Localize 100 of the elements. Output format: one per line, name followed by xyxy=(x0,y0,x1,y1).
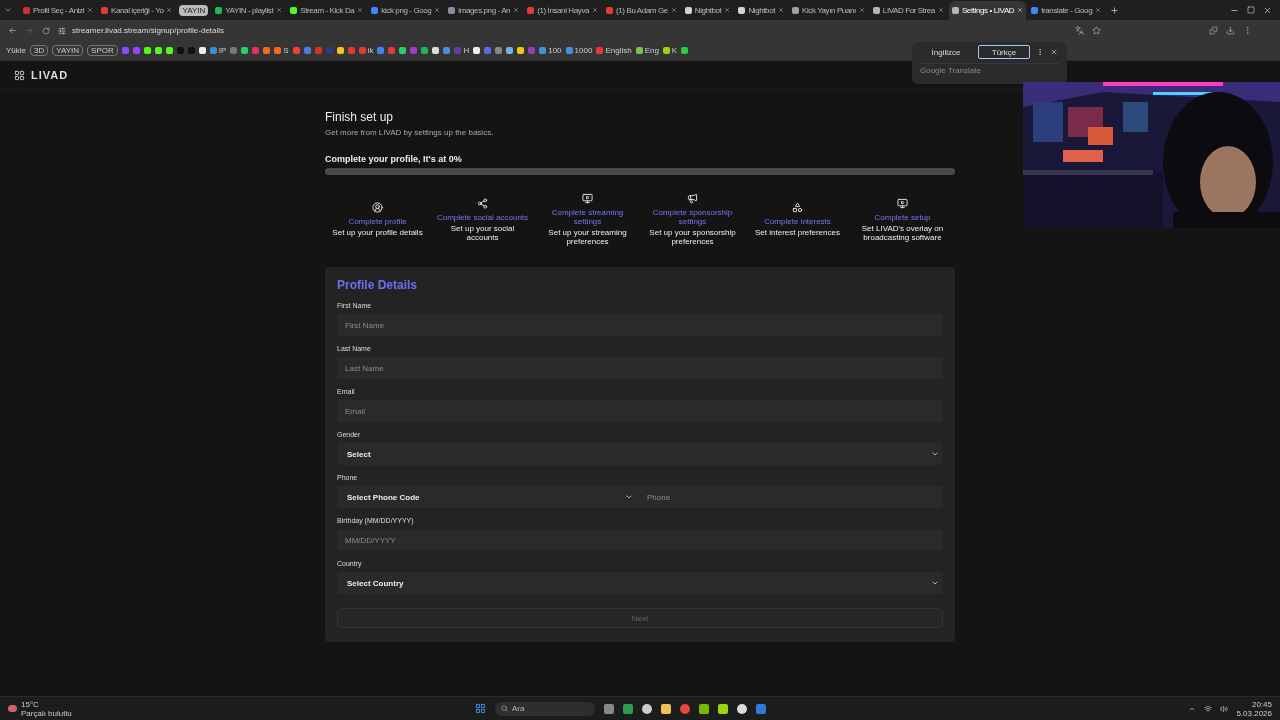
browser-tab[interactable]: (1) İnsani Hayva xyxy=(524,0,602,20)
select-field[interactable]: Select Phone Code xyxy=(337,486,637,508)
bookmark-icon[interactable] xyxy=(432,47,440,54)
close-tab-icon[interactable] xyxy=(166,7,173,13)
browser-tab[interactable]: YAYIN - playlist xyxy=(212,0,286,20)
browser-tab[interactable]: Stream - Kick Da xyxy=(287,0,367,20)
tab-list-icon[interactable] xyxy=(4,6,12,14)
language-tab[interactable]: Türkçe xyxy=(978,45,1030,59)
input-field[interactable]: Email xyxy=(337,400,943,422)
browser-tab[interactable]: Kanal içeriği - Yo xyxy=(98,0,176,20)
reload-icon[interactable] xyxy=(42,26,50,35)
step-link[interactable]: Complete sponsorship settings xyxy=(640,208,745,226)
browser-tab[interactable]: Nightbot xyxy=(735,0,788,20)
browser-icon[interactable] xyxy=(680,703,690,714)
bookmark-icon[interactable] xyxy=(517,47,525,54)
input-field[interactable]: MM/DD/YYYY xyxy=(337,529,943,551)
bookmark-icon[interactable] xyxy=(154,47,162,54)
close-tab-icon[interactable] xyxy=(1095,7,1102,13)
logo-text[interactable]: LIVAD xyxy=(31,69,69,81)
star-icon[interactable] xyxy=(1092,26,1101,35)
close-tab-icon[interactable] xyxy=(778,7,785,13)
bookmark[interactable]: 100 xyxy=(539,46,562,55)
wifi-icon[interactable] xyxy=(1204,704,1213,713)
bookmark[interactable]: ik xyxy=(358,46,374,55)
select-field[interactable]: Select xyxy=(337,443,943,465)
browser-tab[interactable]: (1) Bu Adam Ge xyxy=(603,0,680,20)
browser-tab[interactable]: Kick Yayın Puanı xyxy=(789,0,868,20)
weather-icon[interactable] xyxy=(8,705,17,712)
menu-icon[interactable] xyxy=(1243,26,1252,35)
input-field[interactable]: Phone xyxy=(637,486,943,508)
start-icon[interactable] xyxy=(475,703,486,714)
browser-tab[interactable]: kick png - Goog xyxy=(368,0,444,20)
clock-time[interactable]: 20:45 xyxy=(1251,699,1272,709)
maximize-icon[interactable] xyxy=(1247,5,1255,14)
step-link[interactable]: Complete streaming settings xyxy=(535,208,640,226)
step-link[interactable]: Complete profile xyxy=(342,217,413,226)
app-icon[interactable] xyxy=(699,703,709,714)
more-icon[interactable] xyxy=(1036,48,1044,56)
step-link[interactable]: Complete setup xyxy=(868,212,937,222)
bookmark-icon[interactable] xyxy=(241,47,249,54)
bookmark[interactable]: Eng xyxy=(635,46,659,55)
bookmark[interactable]: H xyxy=(454,46,470,55)
step-link[interactable]: Complete social accounts xyxy=(430,212,535,222)
bookmark-folder[interactable]: SPOR xyxy=(87,45,118,56)
browser-tab[interactable]: images.png - An xyxy=(445,0,523,20)
folder-icon[interactable] xyxy=(661,703,671,714)
browser-tab[interactable]: Nightbot xyxy=(681,0,734,20)
site-settings-icon[interactable] xyxy=(58,26,66,35)
close-tab-icon[interactable] xyxy=(937,7,944,13)
select-field[interactable]: Select Country xyxy=(337,572,943,594)
close-tab-icon[interactable] xyxy=(670,7,677,13)
close-tab-icon[interactable] xyxy=(592,7,599,13)
bookmark-icon[interactable] xyxy=(421,47,429,54)
bookmark-icon[interactable] xyxy=(473,47,481,54)
bookmark[interactable]: English xyxy=(596,46,632,55)
bookmark-icon[interactable] xyxy=(506,47,514,54)
app-icon[interactable] xyxy=(718,703,728,714)
close-tab-icon[interactable] xyxy=(434,7,441,13)
download-icon[interactable] xyxy=(1226,26,1235,35)
bookmark-folder[interactable]: Yükle xyxy=(6,46,26,55)
close-icon[interactable] xyxy=(1263,5,1272,15)
bookmark[interactable]: S xyxy=(274,46,289,55)
bookmark-icon[interactable] xyxy=(336,47,344,54)
bookmark[interactable]: 1000 xyxy=(565,46,593,55)
bookmark[interactable]: IP xyxy=(209,46,227,55)
new-tab-icon[interactable] xyxy=(1110,5,1120,15)
input-field[interactable]: Last Name xyxy=(337,357,943,379)
step-link[interactable]: Complete interests xyxy=(758,217,837,226)
app-icon[interactable] xyxy=(642,703,652,714)
clock-date[interactable]: 5.03.2026 xyxy=(1236,708,1272,718)
tab-group[interactable]: YAYIN xyxy=(179,4,209,16)
browser-tab[interactable]: Profil Seç - Anizi xyxy=(20,0,97,20)
close-tab-icon[interactable] xyxy=(513,7,520,13)
bookmark-folder[interactable]: YAYIN xyxy=(52,45,84,56)
translate-icon[interactable] xyxy=(1075,26,1084,35)
browser-tab[interactable]: Settings • LIVAD xyxy=(948,0,1027,20)
close-tab-icon[interactable] xyxy=(1017,7,1024,13)
bookmark-icon[interactable] xyxy=(143,47,151,54)
app-icon[interactable] xyxy=(737,703,747,714)
bookmark[interactable]: K xyxy=(662,46,678,55)
bookmark-icon[interactable] xyxy=(198,47,206,54)
bookmark-icon[interactable] xyxy=(399,47,407,54)
back-icon[interactable] xyxy=(8,26,17,35)
close-tab-icon[interactable] xyxy=(276,7,283,13)
taskbar-search[interactable]: Ara xyxy=(495,701,595,716)
volume-icon[interactable] xyxy=(1220,704,1229,713)
browser-tab[interactable]: translate - Goog xyxy=(1028,0,1105,20)
close-icon[interactable] xyxy=(1050,48,1058,56)
bookmark-folder[interactable]: 3D xyxy=(30,45,49,56)
close-tab-icon[interactable] xyxy=(858,7,865,13)
bookmark-icon[interactable] xyxy=(681,47,689,54)
input-field[interactable]: First Name xyxy=(337,314,943,336)
close-tab-icon[interactable] xyxy=(87,7,94,13)
close-tab-icon[interactable] xyxy=(357,7,364,13)
url-text[interactable]: streamer.livad.stream/signup/profile-details xyxy=(72,26,225,35)
bookmark-icon[interactable] xyxy=(165,47,173,54)
browser-tab[interactable]: LIVAD For Strea xyxy=(869,0,947,20)
extensions-icon[interactable] xyxy=(1209,26,1218,35)
close-tab-icon[interactable] xyxy=(724,7,731,13)
language-tab[interactable]: İngilizce xyxy=(920,45,972,59)
